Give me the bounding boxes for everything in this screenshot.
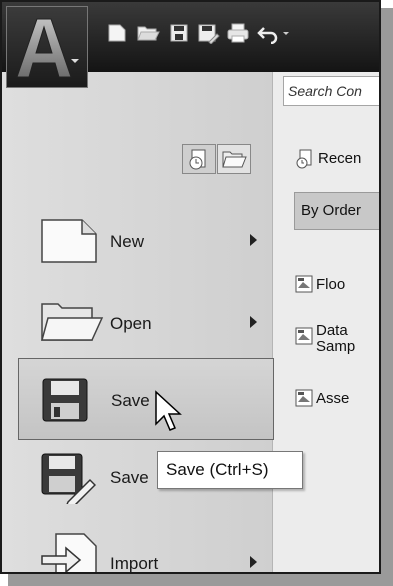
- recent-documents-icon: [296, 149, 312, 169]
- save-tooltip: Save (Ctrl+S): [157, 451, 303, 489]
- new-icon[interactable]: [106, 22, 128, 44]
- qat-dropdown-icon[interactable]: [282, 22, 290, 44]
- saveas-icon[interactable]: [196, 22, 220, 45]
- import-icon: [40, 532, 100, 572]
- print-icon[interactable]: [226, 22, 249, 44]
- save-as-icon: [40, 452, 97, 509]
- recent-documents-toggle[interactable]: [182, 144, 216, 174]
- menu-item-label: New: [110, 232, 145, 251]
- menu-item-save[interactable]: Save: [18, 358, 274, 440]
- drawing-file-icon: [295, 275, 313, 293]
- menu-item-label: Save: [111, 391, 150, 410]
- submenu-arrow-icon: [250, 316, 257, 328]
- new-document-icon: [40, 218, 100, 269]
- floppy-disk-icon: [41, 377, 89, 428]
- save-icon[interactable]: [168, 22, 190, 44]
- menu-item-label: Import: [110, 554, 159, 573]
- recent-file-name: Asse: [316, 390, 350, 407]
- recent-documents-title: Recen: [318, 150, 362, 167]
- undo-icon[interactable]: [256, 22, 278, 45]
- open-icon[interactable]: [136, 22, 160, 44]
- recent-file-name: Data: [316, 322, 348, 339]
- order-by-value: By Order: [301, 202, 362, 219]
- order-by-dropdown[interactable]: By Order: [294, 192, 379, 230]
- menu-item-label: Open: [110, 314, 152, 333]
- open-documents-toggle[interactable]: [217, 144, 251, 174]
- application-menu-window: Search Con New Open Save Save Import Rec…: [0, 0, 381, 574]
- menu-item-import[interactable]: Import: [18, 532, 272, 573]
- mouse-pointer-icon: [154, 390, 182, 439]
- search-commands-input[interactable]: Search Con: [283, 76, 379, 106]
- search-placeholder: Search Con: [288, 83, 362, 99]
- drawing-file-icon: [295, 327, 313, 345]
- submenu-arrow-icon: [250, 556, 257, 568]
- drawing-file-icon: [295, 389, 313, 407]
- menu-item-new[interactable]: New: [18, 210, 272, 270]
- menu-item-open[interactable]: Open: [18, 292, 272, 352]
- submenu-arrow-icon: [250, 234, 257, 246]
- menu-item-label: Save: [110, 468, 149, 487]
- recent-file-name: Floo: [316, 276, 346, 293]
- application-button[interactable]: [6, 6, 88, 88]
- open-folder-icon: [40, 296, 104, 349]
- recent-file-name-line2: Samp: [316, 338, 356, 355]
- tooltip-text: Save (Ctrl+S): [166, 460, 269, 479]
- autocad-logo-icon: [16, 18, 79, 78]
